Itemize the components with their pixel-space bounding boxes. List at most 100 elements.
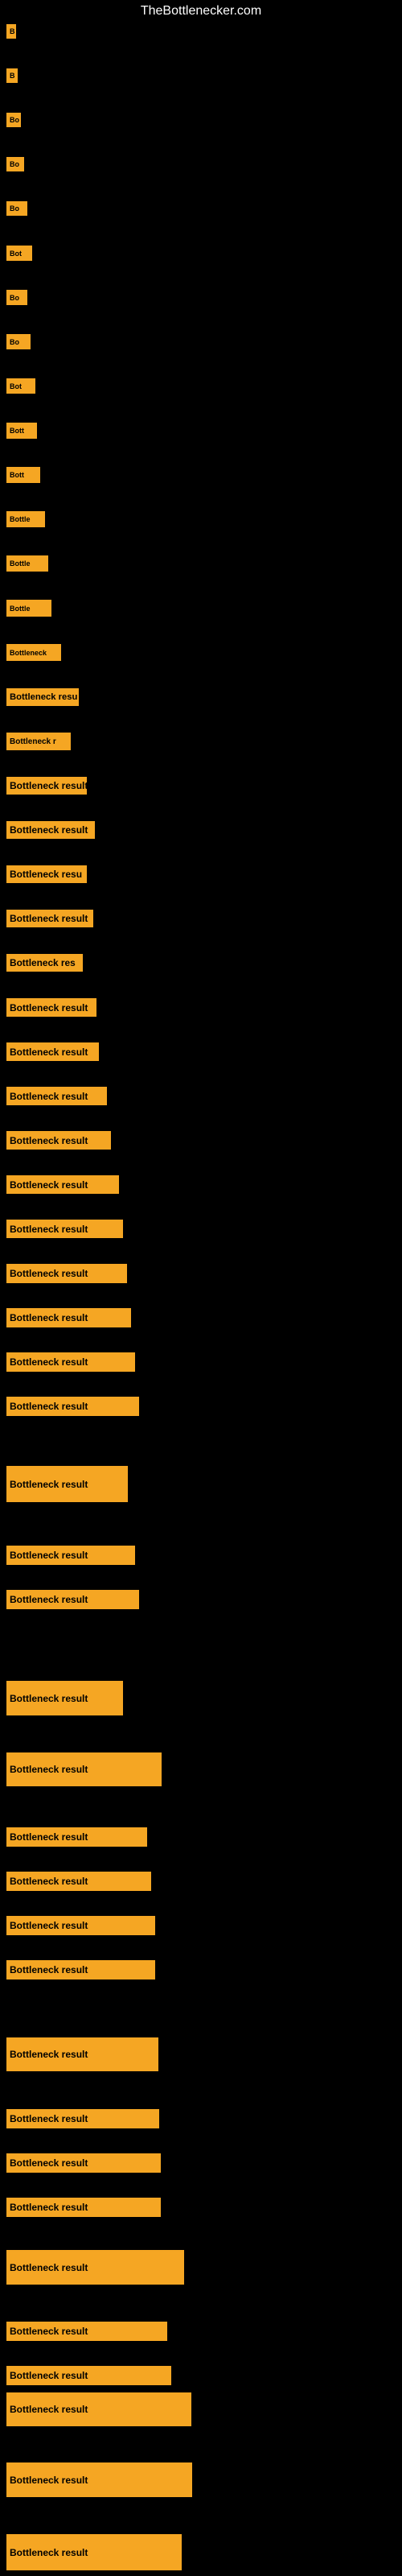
bar-item: Bottleneck resu	[6, 865, 87, 883]
bar-label: Bottleneck result	[6, 777, 87, 795]
bar-item: Bottleneck result	[6, 1681, 123, 1715]
bar-label: Bottleneck result	[6, 998, 96, 1017]
bar-label: Bottleneck result	[6, 2366, 171, 2385]
bar-label: Bott	[6, 423, 37, 439]
bar-item: Bottleneck result	[6, 2109, 159, 2128]
bar-label: Bottleneck result	[6, 1872, 151, 1891]
bar-item: Bottleneck result	[6, 1308, 131, 1327]
bar-label: Bottleneck result	[6, 1681, 123, 1715]
bar-item: Bottleneck result	[6, 1872, 151, 1891]
bar-item: Bottleneck result	[6, 1220, 123, 1238]
bar-item: Bottleneck res	[6, 954, 83, 972]
bar-item: Bottleneck result	[6, 2392, 191, 2426]
bar-item: Bottleneck result	[6, 1960, 155, 1979]
bar-label: Bottleneck result	[6, 1960, 155, 1979]
bar-item: Bo	[6, 113, 21, 127]
bar-item: Bottleneck result	[6, 2153, 161, 2173]
bar-label: B	[6, 68, 18, 83]
bar-label: Bottleneck result	[6, 1264, 127, 1283]
bar-label: Bottleneck result	[6, 2250, 184, 2285]
bar-label: Bottleneck result	[6, 1220, 123, 1238]
bar-label: Bottleneck result	[6, 1546, 135, 1565]
bar-item: Bottle	[6, 511, 45, 527]
bar-item: Bo	[6, 290, 27, 305]
bar-label: Bottleneck result	[6, 1752, 162, 1786]
bar-item: Bottleneck result	[6, 1352, 135, 1372]
bar-item: Bottleneck	[6, 644, 61, 661]
bar-item: Bottleneck result	[6, 2462, 192, 2497]
bar-label: Bottleneck result	[6, 1827, 147, 1847]
bar-item: Bottleneck result	[6, 1087, 107, 1105]
bar-label: Bot	[6, 378, 35, 394]
bar-label: Bottleneck result	[6, 1131, 111, 1150]
bar-label: B	[6, 24, 16, 39]
bar-label: Bottleneck resu	[6, 688, 79, 706]
bar-item: B	[6, 68, 18, 83]
bar-item: Bottle	[6, 600, 51, 617]
bar-item: Bot	[6, 378, 35, 394]
bar-item: Bottleneck result	[6, 1397, 139, 1416]
bar-item: Bo	[6, 201, 27, 216]
bar-label: Bo	[6, 290, 27, 305]
bar-label: Bottleneck result	[6, 1590, 139, 1609]
bar-label: Bottleneck result	[6, 1916, 155, 1935]
bar-item: Bottleneck result	[6, 1042, 99, 1061]
bar-item: Bottleneck result	[6, 1752, 162, 1786]
bar-label: Bottle	[6, 600, 51, 617]
bar-label: Bot	[6, 246, 32, 261]
bar-label: Bottleneck result	[6, 2322, 167, 2341]
bar-item: Bottleneck result	[6, 1175, 119, 1194]
bar-label: Bottleneck res	[6, 954, 83, 972]
bar-item: Bottleneck result	[6, 910, 93, 927]
bar-item: Bot	[6, 246, 32, 261]
bar-label: Bottleneck result	[6, 1175, 119, 1194]
bar-item: Bottleneck result	[6, 1590, 139, 1609]
site-title: TheBottlenecker.com	[141, 4, 261, 19]
bar-label: Bottleneck result	[6, 2037, 158, 2071]
bar-item: Bottleneck result	[6, 998, 96, 1017]
bar-item: Bottleneck result	[6, 2322, 167, 2341]
bar-item: Bott	[6, 423, 37, 439]
bar-item: Bottleneck result	[6, 1264, 127, 1283]
bar-label: Bottleneck result	[6, 821, 95, 839]
bar-label: Bottleneck result	[6, 2462, 192, 2497]
bar-item: Bottleneck result	[6, 1466, 128, 1502]
bar-label: Bott	[6, 467, 40, 483]
bar-item: Bottleneck result	[6, 2534, 182, 2570]
bar-item: Bottleneck result	[6, 1131, 111, 1150]
bar-label: Bottleneck result	[6, 1087, 107, 1105]
bar-label: Bottleneck result	[6, 1397, 139, 1416]
bar-label: Bottleneck r	[6, 733, 71, 750]
bar-label: Bottleneck result	[6, 1042, 99, 1061]
bar-item: Bottleneck result	[6, 777, 87, 795]
bar-label: Bottleneck result	[6, 2109, 159, 2128]
bar-item: Bottleneck result	[6, 2250, 184, 2285]
bar-item: Bottleneck result	[6, 1827, 147, 1847]
bar-item: Bottleneck result	[6, 2037, 158, 2071]
bar-item: Bott	[6, 467, 40, 483]
bar-item: Bo	[6, 157, 24, 171]
bar-label: Bottleneck result	[6, 2198, 161, 2217]
bar-label: Bottleneck result	[6, 1466, 128, 1502]
bar-label: Bottleneck result	[6, 1352, 135, 1372]
bar-label: Bottleneck result	[6, 1308, 131, 1327]
bar-label: Bottle	[6, 555, 48, 572]
bar-label: Bottleneck	[6, 644, 61, 661]
bar-item: Bottleneck result	[6, 821, 95, 839]
bar-label: Bottleneck result	[6, 2392, 191, 2426]
bar-label: Bo	[6, 201, 27, 216]
bar-item: Bottleneck r	[6, 733, 71, 750]
bar-label: Bo	[6, 334, 31, 349]
bar-item: B	[6, 24, 16, 39]
bar-item: Bottle	[6, 555, 48, 572]
bar-label: Bottleneck result	[6, 910, 93, 927]
bar-label: Bottleneck result	[6, 2153, 161, 2173]
bar-label: Bo	[6, 113, 21, 127]
bar-label: Bottleneck resu	[6, 865, 87, 883]
bar-item: Bottleneck result	[6, 2366, 171, 2385]
bar-item: Bo	[6, 334, 31, 349]
bar-label: Bo	[6, 157, 24, 171]
bar-label: Bottle	[6, 511, 45, 527]
bar-label: Bottleneck result	[6, 2534, 182, 2570]
bar-item: Bottleneck result	[6, 2198, 161, 2217]
